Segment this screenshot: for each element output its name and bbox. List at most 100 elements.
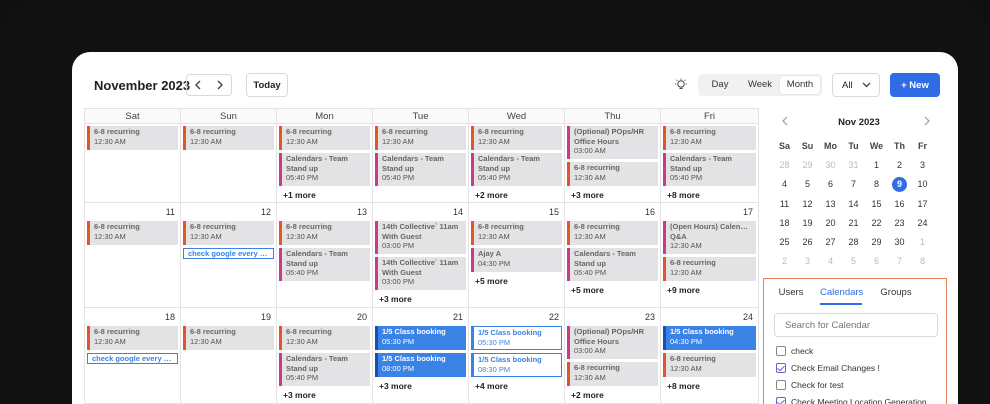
mini-day[interactable]: 20 bbox=[819, 218, 842, 228]
event-block[interactable]: 6-8 recurring 12:30 AM bbox=[567, 362, 658, 386]
more-events-link[interactable]: +9 more bbox=[667, 285, 700, 295]
event-block[interactable]: 6-8 recurring 12:30 AM bbox=[663, 257, 756, 281]
calendar-checkbox[interactable] bbox=[776, 397, 786, 404]
mini-day[interactable]: 5 bbox=[842, 256, 865, 266]
event-block[interactable]: Calendars - Team Stand up 05:40 PM bbox=[375, 153, 466, 186]
day-cell[interactable]: 17 (Open Hours) Calendar Q&A 12:30 AM 6-8 re… bbox=[661, 203, 759, 308]
event-block[interactable]: 6-8 recurring 12:30 AM bbox=[279, 126, 370, 150]
view-month-button[interactable]: Month bbox=[780, 76, 820, 94]
day-cell[interactable]: 21 1/5 Class booking 05:30 PM 1/5 Class boo… bbox=[373, 308, 469, 404]
mini-day[interactable]: 11 bbox=[773, 199, 796, 209]
event-block[interactable]: check google every 3 ... bbox=[87, 353, 178, 364]
mini-day[interactable]: 14 bbox=[842, 199, 865, 209]
more-events-link[interactable]: +8 more bbox=[667, 381, 700, 391]
event-block[interactable]: 6-8 recurring 12:30 AM bbox=[279, 326, 370, 350]
mini-day[interactable]: 7 bbox=[842, 179, 865, 189]
event-block[interactable]: Calendars - Team Stand up 05:40 PM bbox=[663, 153, 756, 186]
mini-day[interactable]: 3 bbox=[796, 256, 819, 266]
event-block[interactable]: (Optional) POps/HR Office Hours 03:00 AM bbox=[567, 326, 658, 359]
event-block[interactable]: 6-8 recurring 12:30 AM bbox=[183, 326, 274, 350]
event-block[interactable]: 6-8 recurring 12:30 AM bbox=[279, 221, 370, 245]
mini-day[interactable]: 30 bbox=[888, 237, 911, 247]
calendar-checkbox-item[interactable]: Check Meeting Location Generation ... bbox=[776, 396, 936, 404]
event-block[interactable]: 6-8 recurring 12:30 AM bbox=[567, 162, 658, 186]
day-cell[interactable]: 16 6-8 recurring 12:30 AM Calendars - Team S… bbox=[565, 203, 661, 308]
event-block[interactable]: 1/5 Class booking 05:30 PM bbox=[471, 326, 562, 350]
day-cell[interactable]: 20 6-8 recurring 12:30 AM Calendars - Team S… bbox=[277, 308, 373, 404]
day-cell[interactable]: 11 6-8 recurring 12:30 AM bbox=[85, 203, 181, 308]
mini-day[interactable]: 6 bbox=[865, 256, 888, 266]
calendar-checkbox-item[interactable]: Check Email Changes ! bbox=[776, 362, 880, 374]
view-week-button[interactable]: Week bbox=[740, 76, 780, 94]
more-events-link[interactable]: +4 more bbox=[475, 381, 508, 391]
tab-calendars[interactable]: Calendars bbox=[820, 279, 863, 305]
chevron-right-icon[interactable] bbox=[923, 116, 931, 126]
day-cell[interactable]: 6-8 recurring 12:30 AM bbox=[85, 124, 181, 203]
more-events-link[interactable]: +3 more bbox=[379, 381, 412, 391]
mini-day[interactable]: 28 bbox=[842, 237, 865, 247]
day-cell[interactable]: 6-8 recurring 12:30 AM Calendars - Team Sta… bbox=[277, 124, 373, 203]
calendar-checkbox[interactable] bbox=[776, 380, 786, 390]
event-block[interactable]: Ajay A 04:30 PM bbox=[471, 248, 562, 272]
mini-day[interactable]: 28 bbox=[773, 160, 796, 170]
next-month-button[interactable] bbox=[209, 75, 231, 95]
new-event-button[interactable]: + New bbox=[890, 73, 940, 97]
mini-day[interactable]: 17 bbox=[911, 199, 934, 209]
mini-day[interactable]: 29 bbox=[796, 160, 819, 170]
mini-day[interactable]: 6 bbox=[819, 179, 842, 189]
event-block[interactable]: Calendars - Team Stand up 05:40 PM bbox=[279, 153, 370, 186]
day-cell[interactable]: 13 6-8 recurring 12:30 AM Calendars - Team S… bbox=[277, 203, 373, 308]
event-block[interactable]: 6-8 recurring 12:30 AM bbox=[183, 221, 274, 245]
event-block[interactable]: Calendars - Team Stand up 05:40 PM bbox=[279, 353, 370, 386]
mini-day[interactable]: 13 bbox=[819, 199, 842, 209]
calendar-checkbox-item[interactable]: Check for test bbox=[776, 379, 843, 391]
mini-day[interactable]: 24 bbox=[911, 218, 934, 228]
event-block[interactable]: 6-8 recurring 12:30 AM bbox=[183, 126, 274, 150]
event-block[interactable]: 14th Collective` 11am With Guest 03:00 PM bbox=[375, 257, 466, 290]
more-events-link[interactable]: +5 more bbox=[475, 276, 508, 286]
mini-day[interactable]: 1 bbox=[911, 237, 934, 247]
more-events-link[interactable]: +8 more bbox=[667, 190, 700, 200]
day-cell[interactable]: 6-8 recurring 12:30 AM Calendars - Team Sta… bbox=[373, 124, 469, 203]
mini-day[interactable]: 7 bbox=[888, 256, 911, 266]
calendar-search-input[interactable] bbox=[774, 313, 938, 337]
calendar-checkbox[interactable] bbox=[776, 363, 786, 373]
mini-day[interactable]: 2 bbox=[773, 256, 796, 266]
day-cell[interactable]: 22 1/5 Class booking 05:30 PM 1/5 Class boo… bbox=[469, 308, 565, 404]
day-cell[interactable]: 19 6-8 recurring 12:30 AM bbox=[181, 308, 277, 404]
tab-groups[interactable]: Groups bbox=[880, 279, 912, 305]
calendar-checkbox[interactable] bbox=[776, 346, 786, 356]
mini-day[interactable]: 22 bbox=[865, 218, 888, 228]
event-block[interactable]: 6-8 recurring 12:30 AM bbox=[663, 353, 756, 377]
event-block[interactable]: 1/5 Class booking 05:30 PM bbox=[375, 326, 466, 350]
more-events-link[interactable]: +1 more bbox=[283, 190, 316, 200]
event-block[interactable]: 6-8 recurring 12:30 AM bbox=[471, 221, 562, 245]
mini-day[interactable]: 29 bbox=[865, 237, 888, 247]
more-events-link[interactable]: +3 more bbox=[379, 294, 412, 304]
event-block[interactable]: 6-8 recurring 12:30 AM bbox=[471, 126, 562, 150]
event-block[interactable]: 6-8 recurring 12:30 AM bbox=[375, 126, 466, 150]
mini-day[interactable]: 2 bbox=[888, 160, 911, 170]
mini-day[interactable]: 25 bbox=[773, 237, 796, 247]
more-events-link[interactable]: +2 more bbox=[571, 390, 604, 400]
mini-day[interactable]: 23 bbox=[888, 218, 911, 228]
event-block[interactable]: (Open Hours) Calendar Q&A 12:30 AM bbox=[663, 221, 756, 254]
day-cell[interactable]: (Optional) POps/HR Office Hours 03:00 AM 6-… bbox=[565, 124, 661, 203]
mini-day[interactable]: 21 bbox=[842, 218, 865, 228]
more-events-link[interactable]: +2 more bbox=[475, 190, 508, 200]
event-block[interactable]: 1/5 Class booking 08:30 PM bbox=[471, 353, 562, 377]
event-block[interactable]: 6-8 recurring 12:30 AM bbox=[87, 326, 178, 350]
mini-day-today[interactable]: 9 bbox=[888, 176, 911, 192]
event-block[interactable]: 6-8 recurring 12:30 AM bbox=[663, 126, 756, 150]
event-block[interactable]: Calendars - Team Stand up 05:40 PM bbox=[567, 248, 658, 281]
mini-day[interactable]: 1 bbox=[865, 160, 888, 170]
event-block[interactable]: 6-8 recurring 12:30 AM bbox=[87, 126, 178, 150]
more-events-link[interactable]: +3 more bbox=[571, 190, 604, 200]
mini-day[interactable]: 16 bbox=[888, 199, 911, 209]
calendar-checkbox-item[interactable]: check bbox=[776, 345, 813, 357]
mini-day[interactable]: 31 bbox=[842, 160, 865, 170]
lightbulb-icon[interactable] bbox=[674, 78, 688, 92]
more-events-link[interactable]: +3 more bbox=[283, 390, 316, 400]
mini-day[interactable]: 26 bbox=[796, 237, 819, 247]
mini-day[interactable]: 12 bbox=[796, 199, 819, 209]
